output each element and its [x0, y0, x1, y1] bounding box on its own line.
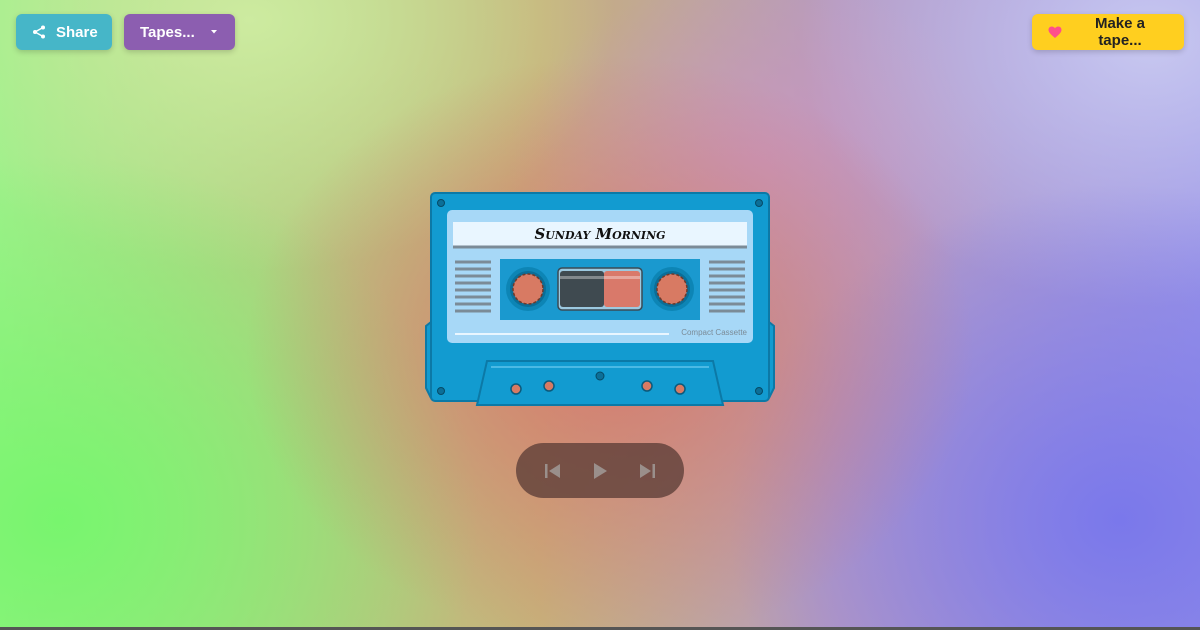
play-icon[interactable] [585, 456, 615, 486]
chevron-down-icon [209, 29, 219, 35]
share-button[interactable]: Share [16, 14, 112, 50]
share-button-label: Share [56, 23, 98, 41]
skip-previous-icon[interactable] [538, 456, 568, 486]
cassette-brand: Compact Cassette [681, 328, 747, 337]
heart-icon [1048, 26, 1062, 39]
player-controls [516, 443, 684, 498]
make-tape-button-label: Make a tape... [1094, 15, 1146, 49]
skip-next-icon[interactable] [632, 456, 662, 486]
share-icon [32, 25, 46, 39]
tapes-dropdown-button[interactable]: Tapes... [124, 14, 235, 50]
cassette-tape: Sunday Morning Compact Cassette [425, 192, 775, 408]
cassette-title: Sunday Morning [534, 225, 666, 243]
tapes-button-label: Tapes... [140, 23, 195, 41]
make-tape-button[interactable]: Make a tape... [1032, 14, 1184, 50]
